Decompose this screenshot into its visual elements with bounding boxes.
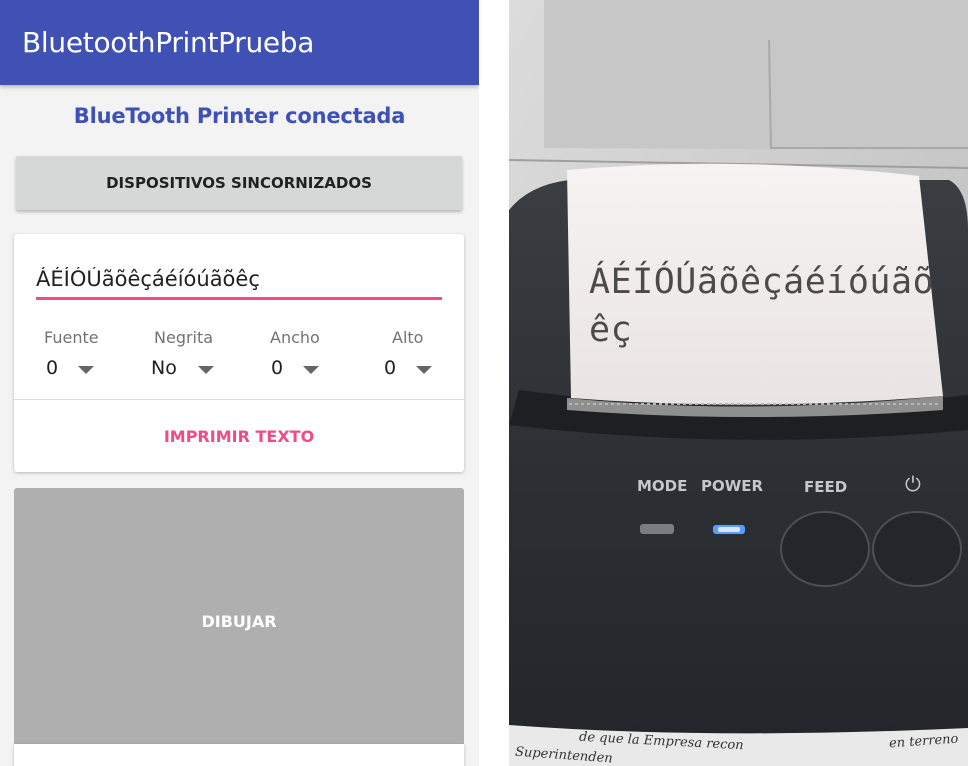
power-label: POWER bbox=[701, 477, 764, 495]
receipt-printed-text: ÁÉÍÓÚãõêçáéíóúãõ êç bbox=[589, 258, 949, 354]
height-label: Alto bbox=[392, 328, 424, 347]
printer-photo-drawing bbox=[509, 0, 968, 766]
android-app-screen: BluetoothPrintPrueba BlueTooth Printer c… bbox=[0, 0, 479, 766]
dropdown-arrow-icon bbox=[416, 366, 432, 374]
power-icon: ⏻ bbox=[905, 472, 921, 496]
bold-spinner[interactable]: No bbox=[151, 354, 217, 384]
width-label: Ancho bbox=[270, 328, 320, 347]
draw-button[interactable]: DIBUJAR bbox=[14, 488, 464, 744]
height-spinner[interactable]: 0 bbox=[384, 354, 436, 384]
print-text-button[interactable]: IMPRIMIR TEXTO bbox=[14, 400, 464, 472]
connection-status: BlueTooth Printer conectada bbox=[73, 104, 406, 128]
print-text-input[interactable] bbox=[36, 264, 442, 300]
font-spinner[interactable]: 0 bbox=[46, 354, 98, 384]
bold-label: Negrita bbox=[154, 328, 214, 347]
mode-label: MODE bbox=[637, 477, 688, 495]
font-label: Fuente bbox=[44, 328, 99, 347]
print-text-card: Fuente Negrita Ancho Alto 0 No 0 0 IMPRI… bbox=[14, 234, 464, 472]
height-spinner-value: 0 bbox=[384, 357, 397, 379]
draw-button-label: DIBUJAR bbox=[201, 612, 277, 631]
next-card bbox=[14, 744, 464, 766]
dropdown-arrow-icon bbox=[303, 366, 319, 374]
printer-photo: ÁÉÍÓÚãõêçáéíóúãõ êç MODE POWER FEED ⏻ de… bbox=[509, 0, 968, 766]
feed-label: FEED bbox=[804, 478, 848, 496]
receipt-line-2: êç bbox=[589, 310, 633, 350]
font-spinner-value: 0 bbox=[46, 357, 59, 379]
bold-spinner-value: No bbox=[151, 357, 177, 379]
width-spinner-value: 0 bbox=[271, 357, 284, 379]
app-title: BluetoothPrintPrueba bbox=[22, 26, 315, 59]
image-gap bbox=[479, 0, 509, 766]
synced-devices-button[interactable]: DISPOSITIVOS SINCORNIZADOS bbox=[16, 156, 462, 210]
app-bar: BluetoothPrintPrueba bbox=[0, 0, 479, 85]
dropdown-arrow-icon bbox=[78, 366, 94, 374]
receipt-line-1: ÁÉÍÓÚãõêçáéíóúãõ bbox=[589, 262, 935, 302]
dropdown-arrow-icon bbox=[198, 366, 214, 374]
width-spinner[interactable]: 0 bbox=[271, 354, 323, 384]
